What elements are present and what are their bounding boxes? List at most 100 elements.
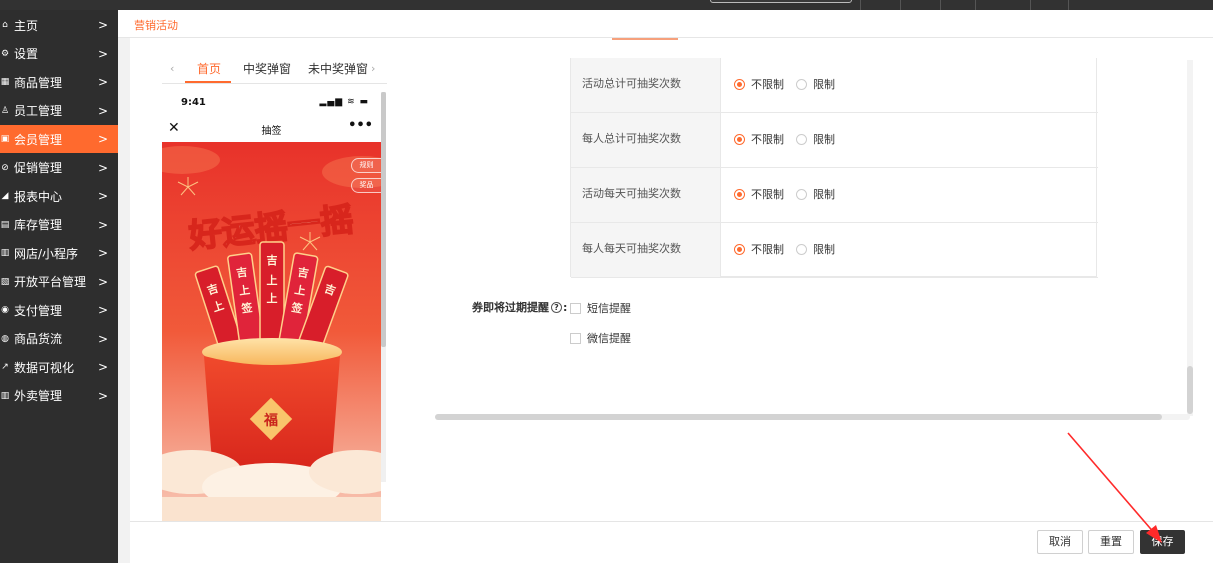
takeaway-icon: ▥ [0,390,10,401]
radio-label: 不限制 [751,78,784,91]
top-search-input[interactable] [710,0,852,3]
chevron-right-icon: > [97,75,108,89]
tab-lose-popup[interactable]: 未中奖弹窗 [308,60,368,77]
sidebar-item[interactable]: ▥ 网店/小程序 > [0,239,118,267]
sidebar-item-label: 商品货流 [14,332,63,346]
footer-actions: 取消 重置 保存 [130,521,1213,563]
shop-icon: ▥ [0,248,10,258]
lottery-artwork: 好运摇一摇 吉 上 吉 上 签 吉 上 上 吉 上 签 吉 福 [162,142,381,521]
staff-icon: ♙ [0,105,10,116]
rules-button[interactable]: 规则 [351,158,381,173]
chevron-right-icon: > [97,46,108,61]
promo-icon: ⊘ [1,162,9,173]
radio-limited[interactable]: 限制 [796,186,835,202]
chevron-right-icon: > [97,274,108,289]
chart-icon: ↗ [1,362,9,372]
horizontal-scrollbar-thumb[interactable] [435,414,1162,420]
preview-tabs: ‹ 首页 中奖弹窗 未中奖弹窗 › [162,58,387,84]
sidebar-item[interactable]: ◢ 报表中心 > [0,182,118,210]
radio-label: 限制 [813,188,835,201]
chevron-right-icon: > [97,246,108,260]
draw-limit-table: 活动总计可抽奖次数 不限制 限制 每人总计可抽奖次数 不限制 限制 活动每天可抽… [570,58,1098,278]
sidebar-item[interactable]: ♙ 员工管理 > [0,97,118,125]
wechat-reminder-checkbox[interactable]: 微信提醒 [570,330,631,346]
cancel-button[interactable]: 取消 [1037,530,1083,554]
topbar-divider [975,0,976,10]
sidebar-item[interactable]: ↗ 数据可视化 > [0,353,118,381]
topbar-divider [1068,0,1069,10]
sidebar-item[interactable]: ◍ 商品货流 > [0,325,118,353]
save-button[interactable]: 保存 [1140,530,1185,554]
row-label: 活动每天可抽奖次数 [571,168,721,222]
tab-win-popup[interactable]: 中奖弹窗 [243,60,291,77]
radio-limited[interactable]: 限制 [796,241,835,257]
sidebar-item[interactable]: ▣ 会员管理 > [0,125,118,153]
home-icon: ⌂ [2,20,8,30]
top-bar [0,0,1213,10]
sidebar-item[interactable]: ⚙ 设置 > [0,40,118,68]
tab-underline [185,81,231,83]
chevron-right-icon: > [97,160,108,175]
radio-label: 限制 [813,78,835,91]
sidebar-item[interactable]: ◉ 支付管理 > [0,296,118,324]
radio-unlimited[interactable]: 不限制 [734,241,784,257]
vertical-scrollbar[interactable] [1187,60,1193,416]
sms-reminder-checkbox[interactable]: 短信提醒 [570,300,631,316]
platform-icon: ▧ [0,276,10,287]
radio-unlimited[interactable]: 不限制 [734,131,784,147]
flow-icon: ◍ [1,333,9,344]
reset-button[interactable]: 重置 [1088,530,1134,554]
tabs-left-arrow-icon[interactable]: ‹ [170,62,174,75]
sidebar-item-label: 报表中心 [14,189,63,204]
breadcrumb[interactable]: 营销活动 [134,17,178,33]
sidebar-item[interactable]: ⌂ 主页 > [0,11,118,39]
topbar-divider [940,0,941,10]
sidebar-item[interactable]: ▤ 库存管理 > [0,211,118,239]
topbar-divider [900,0,901,10]
stick-char: 上 [267,291,278,305]
expiry-label-text: 券即将过期提醒 [472,301,549,314]
stock-icon: ▤ [0,219,10,230]
radio-limited[interactable]: 限制 [796,131,835,147]
expiry-reminder-label: 券即将过期提醒 ? : [472,299,567,315]
gear-icon: ⚙ [0,48,10,59]
prizes-button[interactable]: 奖品 [351,178,381,193]
tab-home[interactable]: 首页 [197,60,221,77]
cloud-base [162,497,381,521]
goods-icon: ▦ [0,77,10,87]
radio-limited[interactable]: 限制 [796,76,835,92]
table-row: 每人总计可抽奖次数 不限制 限制 [571,113,1098,168]
chevron-right-icon: > [97,303,108,317]
sidebar-item[interactable]: ▧ 开放平台管理 > [0,268,118,296]
preview-scrollbar[interactable] [381,92,386,482]
horizontal-scrollbar[interactable] [435,414,1190,420]
sidebar-item-label: 开放平台管理 [14,275,87,289]
more-icon[interactable]: ••• [348,118,373,133]
chevron-right-icon: > [97,18,108,32]
radio-unlimited[interactable]: 不限制 [734,76,784,92]
sidebar-item-label: 设置 [14,47,39,61]
radio-label: 不限制 [751,243,784,256]
sidebar-item-label: 数据可视化 [14,360,75,375]
sidebar-item-label: 支付管理 [14,303,63,318]
vertical-scrollbar-thumb[interactable] [1187,366,1193,414]
sidebar-item[interactable]: ▦ 商品管理 > [0,68,118,96]
phone-time: 9:41 [181,97,206,108]
sidebar-item[interactable]: ⊘ 促销管理 > [0,154,118,182]
topbar-divider [1030,0,1031,10]
stick-char: 吉 [267,253,278,267]
preview-scrollbar-thumb[interactable] [381,92,386,347]
chevron-right-icon: > [97,388,108,403]
sidebar-item-label: 会员管理 [14,132,63,147]
help-icon[interactable]: ? [551,301,562,313]
radio-unlimited[interactable]: 不限制 [734,186,784,202]
table-row: 活动总计可抽奖次数 不限制 限制 [571,58,1098,113]
sidebar-item[interactable]: ▥ 外卖管理 > [0,382,118,410]
active-section-indicator [612,38,678,40]
table-row: 活动每天可抽奖次数 不限制 限制 [571,168,1098,223]
checkbox-label: 微信提醒 [587,332,631,345]
tabs-right-arrow-icon[interactable]: › [371,62,375,75]
sidebar-item-label: 员工管理 [14,104,63,118]
chevron-right-icon: > [97,189,108,203]
phone-preview: 9:41 ▂▄▆ ≋ ▬ ✕ 抽签 ••• 好运摇一摇 吉 上 吉 上 签 吉 … [162,92,381,521]
